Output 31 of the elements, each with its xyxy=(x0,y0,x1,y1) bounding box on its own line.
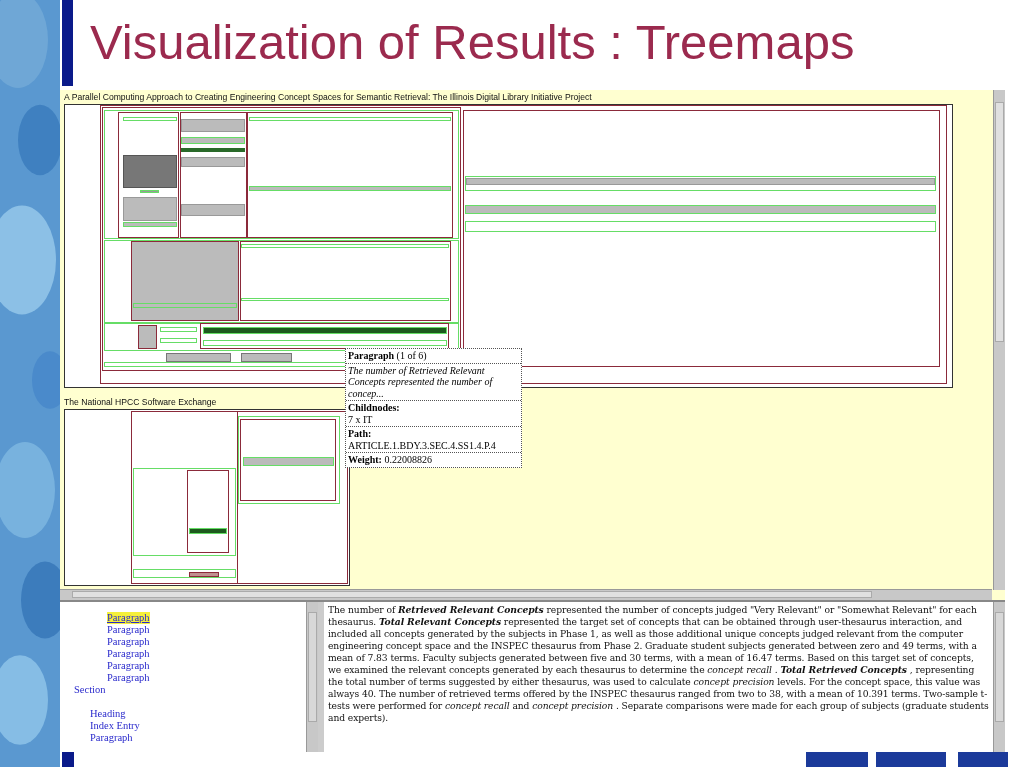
tooltip-label: Childnodes: xyxy=(348,402,400,414)
tooltip-weight: Weight: 0.22008826 xyxy=(348,454,432,466)
document-text: The number of Retrieved Relevant Concepts represented the number of concepts judged "Very Relevant" or "Somewhat Relevant" for each thesaurus. Total Relevant Concepts represented the target set of concepts that can be obtained through user-thesaurus interaction, and included all concepts generated by the subjects in Phase 1, as well as those additional unique concepts judged relevant from the computer engineering concept space and the INSPEC thesaurus from Phase 2. Graduate student subjects generated between zero and 49 terms, with a mean of 7.83 terms. Faculty subjects generated between five and 30 terms, with a mean of 16.47 terms. Based on this target set of concepts, we examined the relevant concepts generated by each thesaurus to determine the concept recall . Total Retrieved Concepts , representing the total number of terms suggested by either thesaurus, was used to calculate concept precision levels. For the concept space, this value was always 40. The number of retrieved terms offered by the INSPEC thesaurus ranged from two to 38, with a mean of 10.391 terms. Two-sample t-tests were performed for concept recall and concept precision . Separate comparisons were made for each group of subjects (graduate students and experts). xyxy=(327,603,990,725)
scrollbar[interactable] xyxy=(993,602,1005,752)
decoration xyxy=(62,752,74,767)
outline-item[interactable]: Paragraph xyxy=(60,732,133,744)
outline-item[interactable]: Paragraph xyxy=(60,636,150,648)
scrollbar[interactable] xyxy=(306,602,318,752)
tooltip-value: ARTICLE.1.BDY.3.SEC.4.SS1.4.P.4 xyxy=(348,439,496,451)
treemap-drawing[interactable] xyxy=(64,409,350,586)
treemap-title: A Parallel Computing Approach to Creating Engineering Concept Spaces for Semantic Retrieval: The Illinois Digital Library Initiative Project xyxy=(64,92,592,102)
tooltip-label: Path: xyxy=(348,428,372,440)
outline-item[interactable]: Paragraph xyxy=(60,660,150,672)
tooltip-snippet: The number of Retrieved Relevant Concepts represented the number of concep... xyxy=(348,364,495,399)
outline-item[interactable]: Heading xyxy=(60,708,126,720)
treemap-title: The National HPCC Software Exchange xyxy=(64,397,217,407)
slide-title: Visualization of Results : Treemaps xyxy=(90,14,855,70)
scrollbar[interactable] xyxy=(60,589,992,600)
decoration xyxy=(806,752,868,767)
tooltip-value: 7 x IT xyxy=(348,413,373,425)
outline-item[interactable]: Section xyxy=(60,684,106,696)
tooltip-heading: Paragraph (1 of 6) xyxy=(348,350,427,362)
outline-item[interactable]: Paragraph xyxy=(60,624,150,636)
outline-item[interactable]: Paragraph xyxy=(60,672,150,684)
outline-item[interactable]: Paragraph xyxy=(107,612,150,624)
scrollbar[interactable] xyxy=(993,90,1005,590)
decoration xyxy=(958,752,1008,767)
treemap-drawing[interactable] xyxy=(64,104,953,388)
decoration xyxy=(876,752,946,767)
outline-item[interactable]: Index Entry xyxy=(60,720,140,732)
outline-item[interactable]: Paragraph xyxy=(60,648,150,660)
